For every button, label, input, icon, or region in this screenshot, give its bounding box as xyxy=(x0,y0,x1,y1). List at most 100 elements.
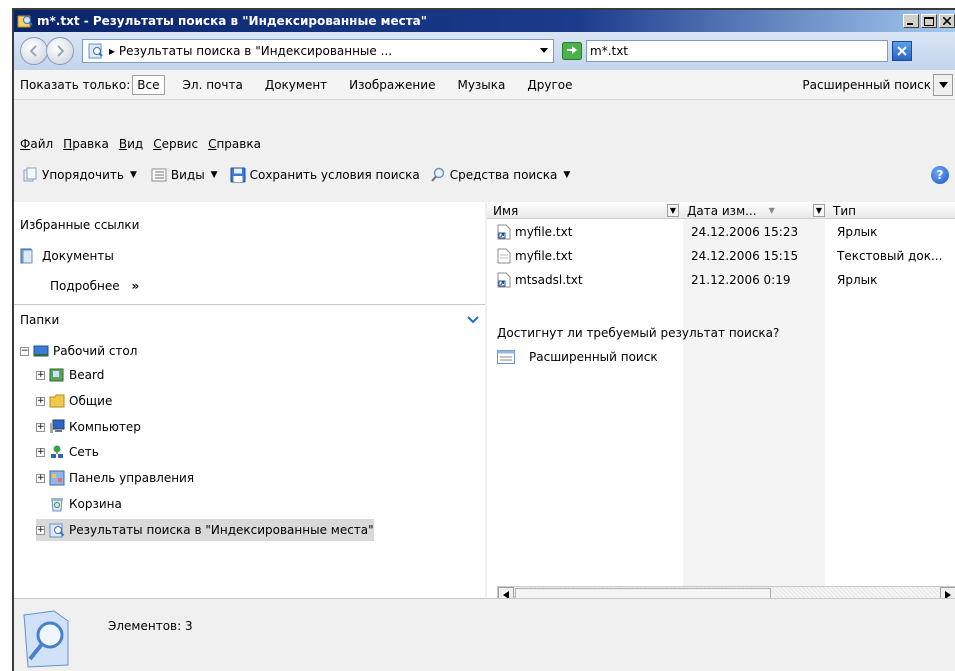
command-bar: Упорядочить ▼ Виды ▼ Сохранить условия п… xyxy=(14,160,955,190)
tree-item-label: Рабочий стол xyxy=(53,344,138,358)
tree-item-label: Компьютер xyxy=(69,420,141,434)
column-header-label: Дата изм... xyxy=(687,203,757,218)
shortcut-file-icon xyxy=(497,224,511,240)
file-type: Ярлык xyxy=(837,225,878,239)
folders-header[interactable]: Папки xyxy=(14,304,485,334)
menu-edit[interactable]: Правка xyxy=(63,137,109,151)
file-name: myfile.txt xyxy=(515,225,573,239)
file-row[interactable]: myfile.txt 24.12.2006 15:23 Ярлык xyxy=(487,220,955,244)
search-clear-button[interactable] xyxy=(892,41,912,61)
column-header-name[interactable]: Имя xyxy=(487,202,663,219)
computer-icon xyxy=(50,419,65,433)
filter-music[interactable]: Музыка xyxy=(453,76,509,94)
address-dropdown-button[interactable] xyxy=(535,46,553,56)
menu-file[interactable]: Файл xyxy=(20,137,53,151)
advanced-search-link[interactable]: Расширенный поиск xyxy=(497,350,658,364)
folder-icon xyxy=(49,394,65,408)
back-button[interactable] xyxy=(20,37,48,65)
file-list-pane: Имя ▼ Дата изм... ▼ ▼ Тип myfile.txt 24.… xyxy=(487,202,955,603)
views-button[interactable]: Виды ▼ xyxy=(151,167,218,183)
advanced-search-dropdown[interactable] xyxy=(933,73,953,96)
chevron-down-icon: ▼ xyxy=(210,170,218,180)
chevron-down-icon: ▼ xyxy=(129,170,137,180)
filter-other[interactable]: Другое xyxy=(523,76,576,94)
file-row[interactable]: mtsadsl.txt 21.12.2006 0:19 Ярлык xyxy=(487,268,955,292)
column-header-label: Имя xyxy=(493,203,519,218)
favorite-link-documents[interactable]: Документы xyxy=(20,248,114,264)
close-button[interactable] xyxy=(939,14,955,28)
help-button[interactable]: ? xyxy=(931,166,949,184)
control-panel-icon xyxy=(49,470,65,486)
user-folder-icon xyxy=(49,368,64,382)
advanced-search-toggle[interactable]: Расширенный поиск xyxy=(802,73,953,96)
folders-title: Папки xyxy=(20,312,60,327)
file-type: Ярлык xyxy=(837,273,878,287)
tree-item-search-results[interactable]: + Результаты поиска в "Индексированные м… xyxy=(36,519,374,541)
filter-all[interactable]: Все xyxy=(132,74,165,95)
shortcut-file-icon xyxy=(497,272,511,288)
column-header-date[interactable]: Дата изм... ▼ xyxy=(681,202,811,219)
expand-icon[interactable]: + xyxy=(36,370,45,380)
favorite-links-more[interactable]: Подробнее » xyxy=(50,279,139,293)
minimize-icon xyxy=(907,23,913,25)
title-bar[interactable]: m*.txt - Результаты поиска в "Индексиров… xyxy=(14,10,955,32)
double-chevron-right-icon: » xyxy=(131,279,140,293)
column-header-label: Тип xyxy=(833,203,856,218)
column-filter-name-button[interactable]: ▼ xyxy=(667,204,679,217)
save-search-button[interactable]: Сохранить условия поиска xyxy=(230,167,420,183)
maximize-button[interactable] xyxy=(921,14,937,28)
floppy-disk-icon xyxy=(230,167,246,183)
filter-image[interactable]: Изображение xyxy=(345,76,439,94)
search-feedback-question: Достигнут ли требуемый результат поиска? xyxy=(497,326,780,340)
file-name: mtsadsl.txt xyxy=(515,273,583,287)
search-results-icon xyxy=(88,43,103,59)
search-input[interactable] xyxy=(586,40,888,62)
tree-item-public[interactable]: + Общие xyxy=(36,390,112,412)
tree-item-desktop[interactable]: − Рабочий стол xyxy=(20,340,137,362)
filter-bar: Показать только: Все Эл. почта Документ … xyxy=(14,70,955,100)
close-icon xyxy=(943,17,951,25)
expand-icon[interactable]: + xyxy=(36,447,45,457)
desktop-icon xyxy=(33,345,49,357)
file-row[interactable]: myfile.txt 24.12.2006 15:15 Текстовый до… xyxy=(487,244,955,268)
filter-document[interactable]: Документ xyxy=(261,76,331,94)
tree-item-beard[interactable]: + Beard xyxy=(36,364,104,386)
breadcrumb[interactable]: ▸ Результаты поиска в "Индексированные .… xyxy=(105,44,535,58)
expand-icon[interactable]: + xyxy=(36,422,45,432)
expand-icon[interactable]: + xyxy=(36,473,45,483)
menu-view[interactable]: Вид xyxy=(119,137,143,151)
chevron-down-icon xyxy=(540,48,548,53)
column-filter-date-button[interactable]: ▼ xyxy=(813,204,825,217)
filter-email[interactable]: Эл. почта xyxy=(179,76,247,94)
arrow-right-icon xyxy=(57,45,65,57)
tree-item-control-panel[interactable]: + Панель управления xyxy=(36,467,194,489)
advanced-search-link-label: Расширенный поиск xyxy=(529,350,658,364)
file-date: 21.12.2006 0:19 xyxy=(691,273,791,287)
organize-button[interactable]: Упорядочить ▼ xyxy=(22,167,137,183)
expand-icon[interactable]: + xyxy=(36,396,45,406)
tree-item-network[interactable]: + Сеть xyxy=(36,441,99,463)
tree-item-label: Сеть xyxy=(69,445,99,459)
search-results-icon xyxy=(49,523,65,538)
chevron-down-icon xyxy=(938,81,948,88)
tree-item-recycle-bin[interactable]: Корзина xyxy=(49,493,122,515)
search-folder-icon xyxy=(17,15,33,28)
menu-tools[interactable]: Сервис xyxy=(153,137,198,151)
search-icon xyxy=(430,167,444,182)
advanced-search-label: Расширенный поиск xyxy=(802,77,931,92)
forward-button[interactable] xyxy=(46,37,74,65)
address-box[interactable]: ▸ Результаты поиска в "Индексированные .… xyxy=(82,39,554,63)
menu-help[interactable]: Справка xyxy=(208,137,261,151)
column-header-type[interactable]: Тип xyxy=(827,202,955,219)
minimize-button[interactable] xyxy=(903,14,919,28)
file-type: Текстовый док... xyxy=(837,249,943,263)
search-tools-label: Средства поиска xyxy=(449,168,558,182)
collapse-icon[interactable]: − xyxy=(20,346,29,356)
tree-item-computer[interactable]: + Компьютер xyxy=(36,416,141,438)
file-name: myfile.txt xyxy=(515,249,573,263)
navigation-pane: Избранные ссылки Документы Подробнее » П… xyxy=(14,202,485,598)
search-tools-button[interactable]: Средства поиска ▼ xyxy=(430,167,570,183)
organize-label: Упорядочить xyxy=(42,168,124,182)
expand-icon[interactable]: + xyxy=(36,525,45,535)
refresh-button[interactable] xyxy=(560,40,584,62)
